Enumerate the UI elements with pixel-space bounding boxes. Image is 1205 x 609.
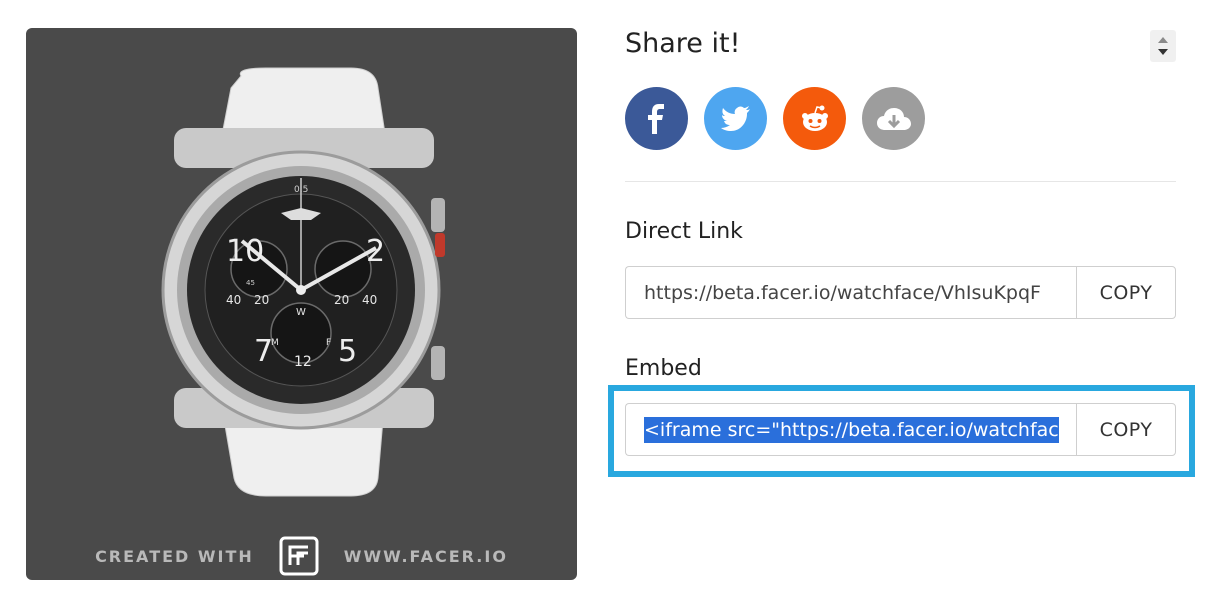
center-label-m: M <box>271 338 279 348</box>
subdial-left-20: 20 <box>254 293 269 307</box>
facebook-icon <box>647 103 664 134</box>
share-divider <box>625 181 1176 182</box>
watch-numerals: 10 2 7 5 40 20 20 40 W M F 12 0.5 45 <box>226 185 385 370</box>
watch-number-2: 2 <box>366 234 385 269</box>
watch-number-10: 10 <box>226 234 264 269</box>
social-share-buttons <box>625 87 925 150</box>
share-title: Share it! <box>625 28 741 59</box>
cloud-download-icon <box>876 107 911 130</box>
footer-website: WWW.FACER.IO <box>343 546 508 566</box>
reddit-share-button[interactable] <box>783 87 846 150</box>
subdial-right-20: 20 <box>334 293 349 307</box>
subdial-right-40: 40 <box>362 293 377 307</box>
sort-updown-icon[interactable] <box>1150 30 1176 62</box>
inner-ring-45: 45 <box>246 279 255 287</box>
facebook-share-button[interactable] <box>625 87 688 150</box>
subdial-left-40: 40 <box>226 293 241 307</box>
inner-ring-05: 0.5 <box>294 185 308 195</box>
watch-number-5: 5 <box>338 334 357 369</box>
preview-footer: CREATED WITH WWW.FACER.IO <box>26 536 577 576</box>
facer-logo-icon <box>279 536 319 576</box>
twitter-icon <box>720 105 750 131</box>
direct-link-input[interactable]: https://beta.facer.io/watchface/VhIsuKpq… <box>625 266 1076 319</box>
reddit-icon <box>801 105 828 131</box>
direct-link-label: Direct Link <box>625 219 743 244</box>
twitter-share-button[interactable] <box>704 87 767 150</box>
embed-highlight-box <box>608 385 1195 477</box>
direct-link-group: https://beta.facer.io/watchface/VhIsuKpq… <box>625 266 1176 319</box>
download-button[interactable] <box>862 87 925 150</box>
center-label-w: W <box>296 307 306 318</box>
center-label-12: 12 <box>294 354 312 370</box>
watchface-preview: 10 2 7 5 40 20 20 40 W M F 12 0.5 45 CRE… <box>26 28 577 580</box>
direct-link-copy-button[interactable]: COPY <box>1076 266 1176 319</box>
footer-created-with: CREATED WITH <box>95 546 254 566</box>
direct-link-value: https://beta.facer.io/watchface/VhIsuKpq… <box>644 281 1041 304</box>
center-label-f: F <box>326 338 331 348</box>
embed-label: Embed <box>625 356 702 381</box>
